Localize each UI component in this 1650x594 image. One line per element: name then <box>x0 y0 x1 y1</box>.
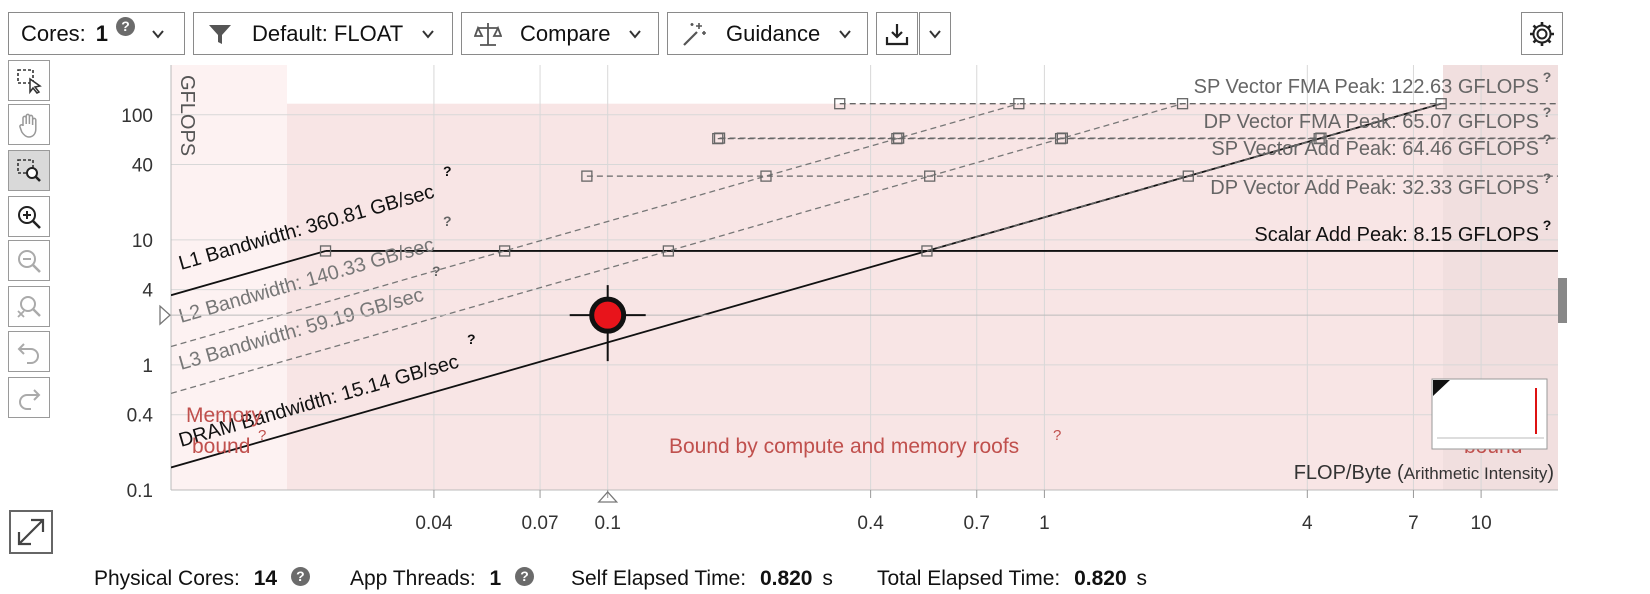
toolbar: Cores: 1 ? Default: FLOAT Compare Guidan… <box>0 0 1650 62</box>
compare-dropdown[interactable]: Compare <box>461 12 659 55</box>
compute-roof-label: Scalar Add Peak: 8.15 GFLOPS <box>1254 224 1539 246</box>
chevron-down-icon <box>422 29 434 39</box>
physical-cores-status: Physical Cores: 14 ? <box>94 567 310 591</box>
help-icon[interactable]: ? <box>515 567 535 586</box>
self-elapsed-label: Self Elapsed Time: <box>571 567 747 590</box>
compare-label: Compare <box>520 20 611 46</box>
help-icon[interactable]: ? <box>290 567 310 586</box>
memory-bound-label: Memory <box>186 404 262 427</box>
cores-label: Cores: <box>21 20 86 46</box>
app-threads-value: 1 <box>489 567 502 590</box>
filter-label: Default: FLOAT <box>252 20 404 46</box>
app-threads-status: App Threads: 1 ? <box>350 567 535 591</box>
cores-value: 1 <box>95 20 109 46</box>
compute-roof-label: DP Vector Add Peak: 32.33 GFLOPS <box>1210 177 1539 199</box>
data-point[interactable] <box>589 296 627 334</box>
total-elapsed-value: 0.820 <box>1074 567 1127 590</box>
chevron-down-icon <box>929 29 941 39</box>
help-mark: ? <box>1543 131 1552 147</box>
memory-bound-label: bound <box>192 435 250 458</box>
export-button[interactable] <box>876 12 918 55</box>
help-icon[interactable]: ? <box>116 17 136 36</box>
help-mark: ? <box>432 263 441 279</box>
y-tick-label: 100 <box>121 106 153 127</box>
help-mark: ? <box>1053 427 1061 444</box>
compute-memory-region <box>287 103 1443 491</box>
y-tick-label: 0.4 <box>127 406 154 427</box>
total-elapsed-label: Total Elapsed Time: <box>877 567 1061 590</box>
scroll-handle <box>1558 278 1567 323</box>
self-elapsed-status: Self Elapsed Time: 0.820 s <box>571 567 833 591</box>
total-elapsed-unit: s <box>1136 567 1148 590</box>
compute-roof-label: SP Vector Add Peak: 64.46 GFLOPS <box>1211 138 1539 160</box>
x-axis-label: FLOP/Byte (Arithmetic Intensity) <box>1294 462 1554 484</box>
chevron-down-icon <box>152 29 164 39</box>
help-mark: ? <box>1543 69 1552 85</box>
y-position-marker <box>159 304 171 326</box>
x-tick-label: 0.4 <box>857 513 884 534</box>
x-tick-label: 10 <box>1471 513 1492 534</box>
magic-wand-icon <box>683 22 706 46</box>
help-mark: ? <box>443 163 452 179</box>
y-tick-label: 1 <box>142 356 153 377</box>
export-dropdown[interactable] <box>919 12 951 55</box>
y-axis-label: GFLOPS <box>176 75 198 156</box>
x-tick-label: 0.07 <box>522 513 559 534</box>
y-tick-label: 10 <box>132 231 153 252</box>
total-elapsed-status: Total Elapsed Time: 0.820 s <box>877 567 1147 591</box>
scale-balance-icon <box>474 22 502 46</box>
cores-dropdown[interactable]: Cores: 1 ? <box>8 12 185 55</box>
x-tick-label: 0.1 <box>594 513 620 534</box>
x-tick-label: 0.7 <box>964 513 990 534</box>
app-threads-label: App Threads: <box>350 567 476 590</box>
roofline-chart[interactable]: 0.04 0.07 0.1 0.4 0.7 1 4 7 10 0.1 0.4 1 4 10 40 100 GFL… <box>0 60 1650 570</box>
help-mark: ? <box>443 213 452 229</box>
help-mark: ? <box>1543 170 1552 186</box>
y-tick-label: 40 <box>132 156 153 177</box>
self-elapsed-unit: s <box>822 567 833 590</box>
y-tick-label: 4 <box>142 281 153 302</box>
help-mark: ? <box>1543 104 1552 120</box>
physical-cores-value: 14 <box>253 567 278 590</box>
help-mark: ? <box>1543 217 1552 233</box>
x-tick-label: 7 <box>1408 513 1419 534</box>
download-icon <box>885 23 909 45</box>
compute-memory-label: Bound by compute and memory roofs <box>669 435 1019 458</box>
compute-roof-label: DP Vector FMA Peak: 65.07 GFLOPS <box>1204 111 1539 133</box>
compute-roof-label: SP Vector FMA Peak: 122.63 GFLOPS <box>1194 76 1539 98</box>
gear-icon <box>1530 21 1554 46</box>
y-tick-label: 0.1 <box>127 481 153 502</box>
guidance-dropdown[interactable]: Guidance <box>667 12 868 55</box>
filter-dropdown[interactable]: Default: FLOAT <box>193 12 453 55</box>
chevron-down-icon <box>839 29 851 39</box>
self-elapsed-value: 0.820 <box>759 567 813 590</box>
help-mark: ? <box>467 331 476 347</box>
help-mark: ? <box>258 427 266 444</box>
x-tick-label: 1 <box>1039 513 1050 534</box>
chevron-down-icon <box>629 29 642 39</box>
guidance-label: Guidance <box>726 20 821 46</box>
filter-icon <box>209 24 231 44</box>
x-tick-label: 4 <box>1302 513 1313 534</box>
x-tick-label: 0.04 <box>415 513 452 534</box>
settings-button[interactable] <box>1521 12 1563 55</box>
physical-cores-label: Physical Cores: <box>94 567 240 590</box>
